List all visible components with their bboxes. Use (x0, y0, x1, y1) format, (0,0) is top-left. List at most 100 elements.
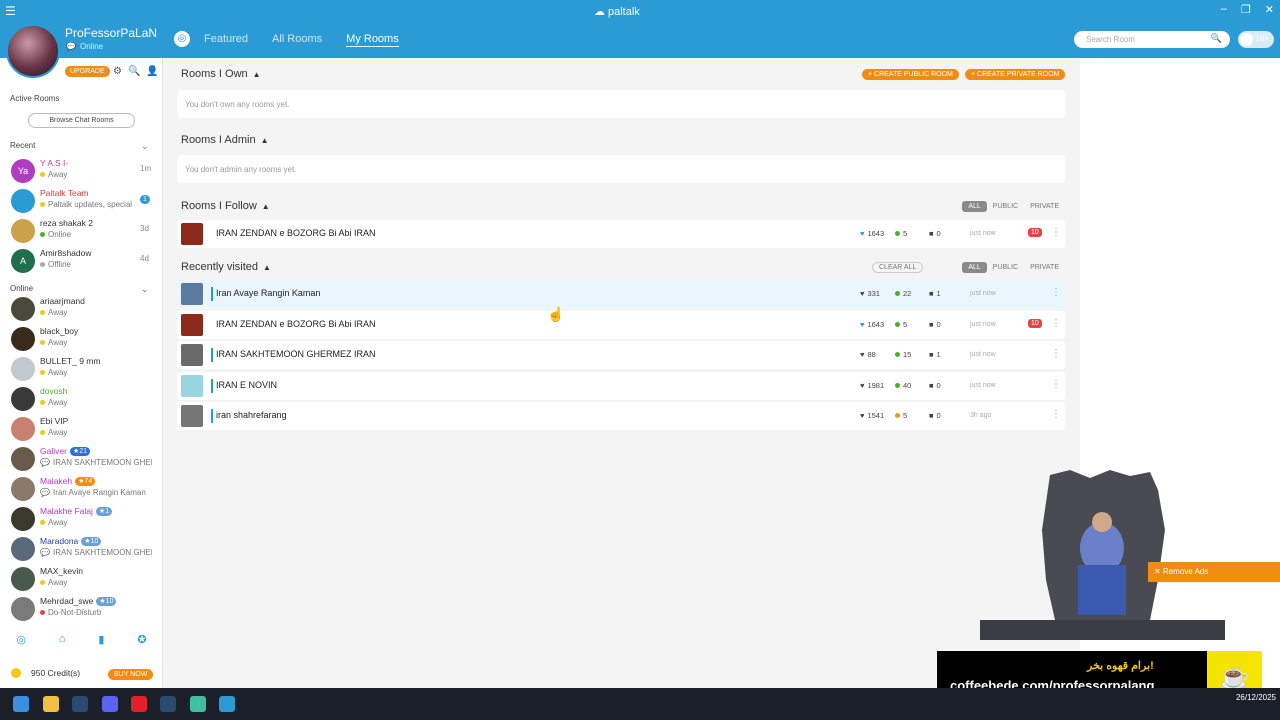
home-icon[interactable]: ⌂ (59, 633, 66, 646)
room-hearts: ♥ 88 (860, 350, 876, 360)
rooms-i-admin-title[interactable]: Rooms I Admin ▲ (181, 134, 269, 146)
more-options-icon[interactable]: ⋮ (1051, 287, 1061, 298)
room-row[interactable]: IRAN ZENDAN e BOZORG Bi Abi IRAN ♥ 1643 5 ■ 0… (177, 310, 1065, 339)
avatar (11, 477, 35, 501)
more-options-icon[interactable]: ⋮ (1051, 348, 1061, 359)
contact-item[interactable]: Malakhe Falaj ★1 Away (0, 504, 163, 534)
contact-item[interactable]: Paltalk Team Paltalk updates, special 1 (0, 186, 163, 216)
more-options-icon[interactable]: ⋮ (1051, 409, 1061, 420)
contact-item[interactable]: black_boy Away (0, 324, 163, 354)
menu-icon[interactable]: ☰ (5, 4, 16, 18)
profile-status[interactable]: 💬 Online (66, 42, 103, 51)
status-dot (40, 370, 45, 375)
room-users: 22 (895, 289, 911, 298)
search-icon[interactable]: 🔍 (1211, 33, 1222, 44)
filter-private[interactable]: PRIVATE (1024, 201, 1065, 212)
camera-icon: ■ (929, 380, 934, 390)
adult-content-toggle[interactable]: 18+ (1238, 31, 1274, 48)
toggle-knob (1240, 33, 1253, 46)
paltalk-taskbar-icon[interactable] (219, 696, 235, 712)
active-rooms-label: Active Rooms (10, 94, 60, 103)
contact-item[interactable]: BULLET_ 9 mm Away (0, 354, 163, 384)
compass-icon[interactable]: ◎ (16, 633, 26, 646)
tab-my-rooms[interactable]: My Rooms (346, 33, 399, 47)
room-row[interactable]: IRAN SAKHTEMOON GHERMEZ IRAN ♥ 88 15 ■ 1 just … (177, 341, 1065, 370)
contact-item[interactable]: Mehrdad_swe ★10 Do-Not-Disturb (0, 594, 163, 624)
chat-bubble-icon: 💬 (40, 548, 50, 557)
browse-chat-rooms-button[interactable]: Browse Chat Rooms (28, 113, 135, 128)
app-icon[interactable] (190, 696, 206, 712)
last-visited: 3h ago (970, 412, 992, 420)
contact-item[interactable]: Ebi VIP Away (0, 414, 163, 444)
room-row[interactable]: iran shahrefarang ♥ 1541 5 ■ 0 3h ago ⋮ (177, 402, 1065, 431)
contact-item[interactable]: Maradona★10 💬IRAN SAKHTEMOON GHERMEZ (0, 534, 163, 564)
room-row[interactable]: IRAN ZENDAN e BOZORG Bi Abi IRAN ♥ 1643 5 ■ 0… (177, 220, 1065, 248)
contact-status: Away (48, 398, 68, 407)
room-row[interactable]: IRAN E NOVIN ♥ 1981 40 ■ 0 just now ⋮ (177, 371, 1065, 400)
contact-name: black_boy (40, 326, 79, 336)
award-icon[interactable]: ✪ (137, 633, 146, 646)
profile-avatar[interactable] (6, 24, 60, 78)
room-cams: ■ 0 (929, 380, 941, 390)
add-user-icon[interactable]: 👤 (146, 66, 158, 77)
contact-item[interactable]: Galiver★21 💬IRAN SAKHTEMOON GHERMEZ (0, 444, 163, 474)
room-row[interactable]: Iran Avaye Rangin Kaman ♥ 331 22 ■ 1 just now ⋮ (177, 280, 1065, 308)
contact-item[interactable]: reza shakak 2 Online 3d (0, 216, 163, 246)
filter-all[interactable]: ALL (962, 262, 987, 273)
contact-name: BULLET_ 9 mm (40, 356, 101, 366)
recently-visited-title[interactable]: Recently visited ▲ (181, 261, 271, 273)
contact-status: Away (48, 170, 68, 179)
sidebar: UPGRADE ⚙ 🔍 👤 Active Rooms Browse Chat R… (0, 58, 163, 688)
recent-filter: ALL PUBLIC PRIVATE (962, 262, 1065, 273)
more-options-icon[interactable]: ⋮ (1051, 379, 1061, 390)
contact-item[interactable]: Ya Y A S I- Away 1m (0, 156, 163, 186)
create-public-room-button[interactable]: + CREATE PUBLIC ROOM (862, 69, 959, 80)
contact-item[interactable]: Malakeh ★74 💬 Iran Avaye Rangin Kaman (0, 474, 163, 504)
chat-bubble-icon: 💬 (66, 42, 76, 51)
last-visited: just now (970, 351, 996, 359)
contact-status: Away (48, 368, 68, 377)
close-icon[interactable]: ✕ (1265, 3, 1274, 16)
remove-ads-button[interactable]: ✕ Remove Ads (1148, 562, 1280, 582)
contact-name: Mehrdad_swe (40, 596, 94, 606)
filter-private[interactable]: PRIVATE (1024, 262, 1065, 273)
windows-start-icon[interactable] (13, 696, 29, 712)
restore-icon[interactable]: ❐ (1241, 3, 1251, 16)
opera-icon[interactable] (131, 696, 147, 712)
filter-all[interactable]: ALL (962, 201, 987, 212)
rooms-i-follow-title[interactable]: Rooms I Follow ▲ (181, 200, 270, 212)
buy-now-button[interactable]: BUY NOW (108, 669, 154, 680)
contact-name: reza shakak 2 (40, 218, 93, 228)
contact-item[interactable]: MAX_kevin Away (0, 564, 163, 594)
chart-icon[interactable]: ▮ (98, 633, 104, 646)
discord-icon[interactable] (102, 696, 118, 712)
rooms-i-own-title[interactable]: Rooms I Own ▲ (181, 68, 261, 80)
steam-icon[interactable] (160, 696, 176, 712)
clear-all-button[interactable]: CLEAR ALL (872, 262, 924, 273)
compass-icon[interactable]: ◎ (174, 31, 190, 47)
own-empty-message: You don't own any rooms yet. (177, 90, 1065, 118)
chevron-down-icon[interactable]: ⌄ (141, 141, 149, 152)
filter-public[interactable]: PUBLIC (987, 201, 1024, 212)
more-options-icon[interactable]: ⋮ (1051, 318, 1061, 329)
contact-item[interactable]: A Amir8shadow Offline 4d (0, 246, 163, 276)
tab-all-rooms[interactable]: All Rooms (272, 33, 322, 47)
search-icon[interactable]: 🔍 (128, 66, 140, 77)
more-options-icon[interactable]: ⋮ (1051, 227, 1061, 238)
create-private-room-button[interactable]: + CREATE PRIVATE ROOM (965, 69, 1066, 80)
filter-public[interactable]: PUBLIC (987, 262, 1024, 273)
file-explorer-icon[interactable] (43, 696, 59, 712)
upgrade-button[interactable]: UPGRADE (65, 66, 110, 77)
last-visited: just now (970, 381, 996, 389)
steam-icon[interactable] (72, 696, 88, 712)
sidebar-actions: ⚙ 🔍 👤 (113, 66, 159, 77)
gear-icon[interactable]: ⚙ (113, 66, 122, 77)
search-input[interactable]: Search Room 🔍 (1074, 31, 1230, 48)
chevron-up-icon: ▲ (252, 70, 261, 79)
contact-item[interactable]: ariaarjmand Away (0, 294, 163, 324)
profile-name[interactable]: ProFessorPaLaNg (65, 26, 157, 40)
minimize-icon[interactable]: – (1221, 3, 1227, 16)
contact-item[interactable]: dovosh Away (0, 384, 163, 414)
title-bar: ☰ ☁ paltalk – ❐ ✕ ProFessorPaLaNg 💬 Onli… (0, 0, 1280, 58)
tab-featured[interactable]: Featured (204, 33, 248, 47)
